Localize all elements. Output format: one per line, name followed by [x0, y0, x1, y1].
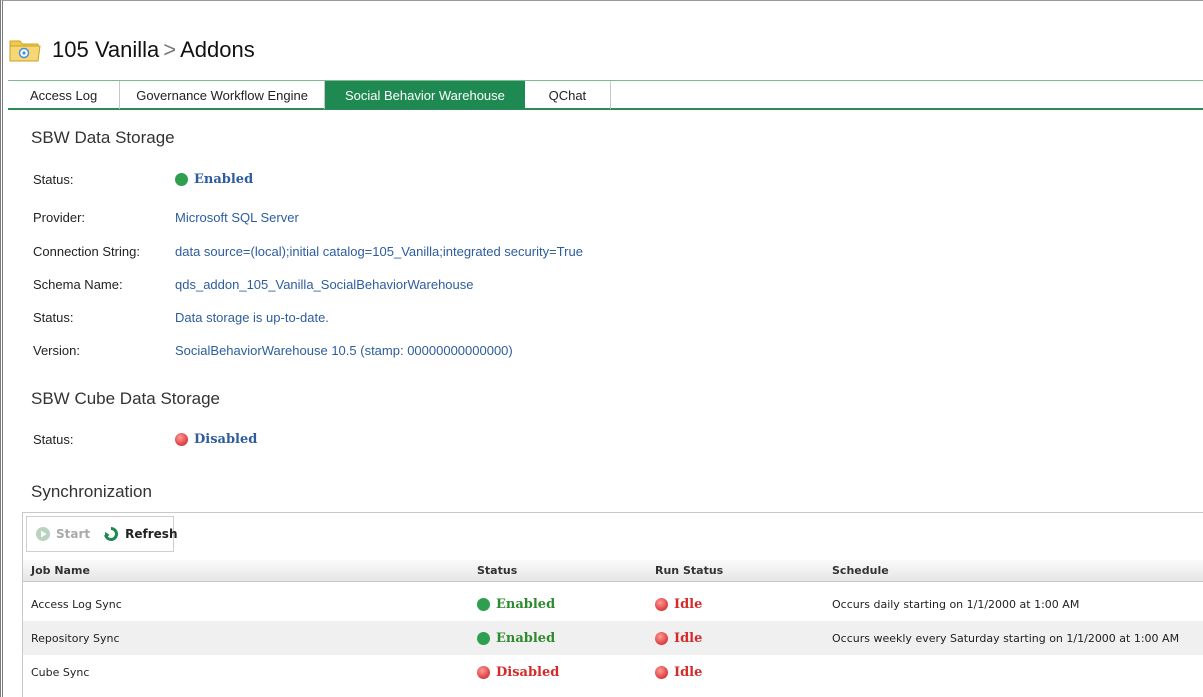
job-status-cell: Enabled: [477, 621, 555, 655]
idle-status-icon: [655, 665, 668, 679]
job-name-cell: Repository Sync: [31, 631, 120, 645]
run-status-badge: Idle: [655, 665, 702, 680]
synchronization-panel: Start Refresh Job Name Status Run Status…: [22, 512, 1203, 697]
version-label: Version:: [33, 342, 80, 358]
version-row: Version: SocialBehaviorWarehouse 10.5 (s…: [33, 340, 513, 360]
schema-name-value: qds_addon_105_Vanilla_SocialBehaviorWare…: [175, 276, 474, 292]
synchronization-title: Synchronization: [31, 482, 152, 501]
start-label: Start: [56, 527, 91, 541]
status-value: Enabled: [194, 171, 254, 187]
play-icon: [36, 527, 50, 541]
version-value: SocialBehaviorWarehouse 10.5 (stamp: 000…: [175, 342, 513, 358]
breadcrumb-separator: >: [163, 37, 177, 62]
disabled-status-icon: [477, 665, 490, 679]
status-badge: Enabled: [175, 172, 253, 187]
job-status-cell: Disabled: [477, 655, 559, 689]
start-button[interactable]: Start: [35, 526, 90, 542]
column-run-status[interactable]: Run Status: [655, 564, 723, 577]
page-header: 105 Vanilla > Addons: [8, 30, 255, 70]
job-status-text: Disabled: [496, 664, 560, 680]
data-storage-status-row: Status: Enabled: [33, 169, 253, 189]
enabled-status-icon: [175, 172, 188, 186]
job-status-text: Enabled: [496, 596, 556, 612]
schema-name-row: Schema Name: qds_addon_105_Vanilla_Socia…: [33, 274, 474, 294]
tab-qchat[interactable]: QChat: [525, 81, 611, 109]
connection-string-value: data source=(local);initial catalog=105_…: [175, 243, 583, 259]
tab-governance-workflow-engine[interactable]: Governance Workflow Engine: [120, 81, 325, 109]
connection-string-row: Connection String: data source=(local);i…: [33, 241, 583, 261]
table-row[interactable]: Repository Sync Enabled Idle Occurs week…: [23, 621, 1203, 655]
breadcrumb: 105 Vanilla > Addons: [52, 37, 255, 63]
addon-tabs: Access Log Governance Workflow Engine So…: [8, 80, 1203, 110]
status-label: Status:: [33, 171, 74, 187]
cube-status-badge: Disabled: [175, 432, 257, 447]
enabled-status-icon: [477, 597, 490, 611]
job-name-cell: Cube Sync: [31, 665, 90, 679]
job-status-text: Enabled: [496, 630, 556, 646]
provider-value: Microsoft SQL Server: [175, 209, 299, 225]
jobs-table-header: Job Name Status Run Status Schedule: [23, 560, 1203, 582]
run-status-badge: Idle: [655, 597, 702, 612]
job-status-badge: Enabled: [477, 597, 555, 612]
column-schedule[interactable]: Schedule: [832, 564, 889, 577]
job-status-cell: Enabled: [477, 587, 555, 621]
idle-status-icon: [655, 631, 668, 645]
idle-status-icon: [655, 597, 668, 611]
disabled-status-icon: [175, 432, 188, 446]
storage-status-row: Status: Data storage is up-to-date.: [33, 307, 329, 327]
tab-access-log[interactable]: Access Log: [8, 81, 121, 109]
run-status-cell: Idle: [655, 655, 702, 689]
sync-toolbar: Start Refresh: [26, 516, 177, 552]
schedule-cell: Occurs daily starting on 1/1/2000 at 1:0…: [832, 597, 1080, 611]
schedule-cell: Occurs weekly every Saturday starting on…: [832, 631, 1180, 645]
job-status-badge: Disabled: [477, 665, 559, 680]
cube-status-row: Status: Disabled: [33, 429, 257, 449]
storage-status-value: Data storage is up-to-date.: [175, 309, 329, 325]
folder-site-icon: [8, 35, 42, 65]
provider-label: Provider:: [33, 209, 86, 225]
table-row[interactable]: Cube Sync Disabled Idle: [23, 655, 1203, 689]
refresh-icon: [104, 527, 119, 541]
connection-string-label: Connection String:: [33, 243, 140, 259]
enabled-status-icon: [477, 631, 490, 645]
run-status-cell: Idle: [655, 587, 702, 621]
table-row[interactable]: Access Log Sync Enabled Idle Occurs dail…: [23, 587, 1203, 621]
run-status-cell: Idle: [655, 621, 702, 655]
schema-name-label: Schema Name:: [33, 276, 123, 292]
tab-social-behavior-warehouse[interactable]: Social Behavior Warehouse: [324, 81, 525, 109]
column-status[interactable]: Status: [477, 564, 517, 577]
provider-row: Provider: Microsoft SQL Server: [33, 207, 299, 227]
page-title: Addons: [180, 37, 255, 62]
cube-storage-title: SBW Cube Data Storage: [31, 389, 220, 408]
job-status-badge: Enabled: [477, 631, 555, 646]
storage-status-label: Status:: [33, 309, 74, 325]
run-status-text: Idle: [674, 596, 703, 612]
refresh-button[interactable]: Refresh: [102, 526, 177, 542]
run-status-text: Idle: [674, 630, 703, 646]
job-name-cell: Access Log Sync: [31, 597, 122, 611]
run-status-badge: Idle: [655, 631, 702, 646]
breadcrumb-root[interactable]: 105 Vanilla: [52, 37, 159, 63]
cube-status-label: Status:: [33, 431, 74, 447]
data-storage-title: SBW Data Storage: [31, 128, 175, 147]
refresh-label: Refresh: [125, 527, 178, 541]
cube-status-value: Disabled: [194, 431, 258, 447]
column-job-name[interactable]: Job Name: [31, 564, 90, 577]
run-status-text: Idle: [674, 664, 703, 680]
